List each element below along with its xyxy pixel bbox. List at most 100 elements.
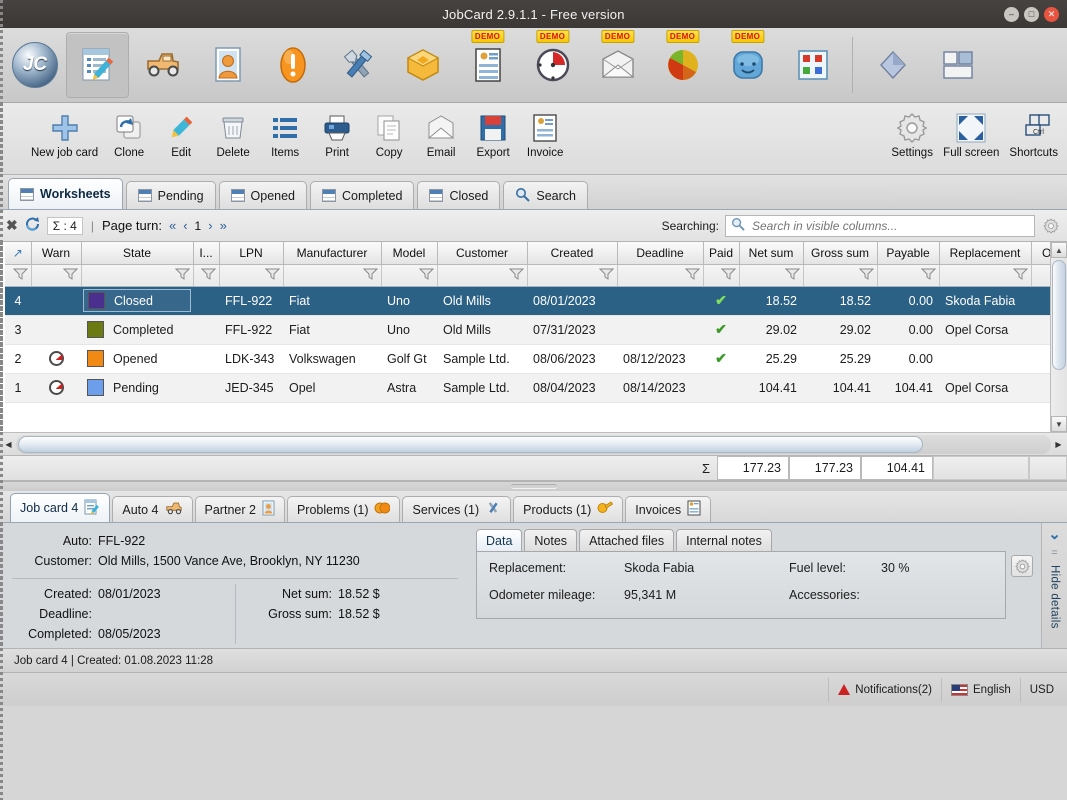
panel-splitter[interactable] bbox=[0, 481, 1067, 491]
search-box[interactable] bbox=[725, 214, 1035, 237]
first-page-button[interactable]: « bbox=[169, 218, 176, 233]
delete-button[interactable]: Delete bbox=[207, 109, 259, 169]
col-header-lpn[interactable]: LPN bbox=[219, 242, 284, 265]
grid-horizontal-scrollbar[interactable]: ◀ ▶ bbox=[0, 432, 1067, 455]
col-header-netsum[interactable]: Net sum bbox=[739, 242, 804, 265]
detail-tab-problems[interactable]: Problems (1) bbox=[286, 496, 401, 522]
detail-tab-products[interactable]: Products (1) bbox=[513, 496, 624, 522]
prev-page-button[interactable]: ‹ bbox=[183, 218, 187, 233]
col-header-replacement[interactable]: Replacement bbox=[939, 242, 1032, 265]
minimize-button[interactable]: – bbox=[1004, 6, 1019, 22]
toolbar-icon-users[interactable]: DEMO bbox=[716, 30, 779, 98]
search-settings-button[interactable] bbox=[1041, 216, 1061, 236]
scroll-down-button[interactable]: ▼ bbox=[1051, 416, 1067, 432]
toolbar-icon-mail[interactable]: DEMO bbox=[586, 30, 649, 98]
new-job-card-button[interactable]: New job card bbox=[26, 109, 103, 169]
tab-opened[interactable]: Opened bbox=[218, 181, 307, 209]
currency-cell[interactable]: USD bbox=[1019, 677, 1063, 702]
filter-cell-customer[interactable] bbox=[437, 264, 528, 287]
tab-closed[interactable]: Closed bbox=[417, 181, 501, 209]
clone-button[interactable]: Clone bbox=[103, 109, 155, 169]
filter-cell-i[interactable] bbox=[193, 264, 220, 287]
scroll-left-button[interactable]: ◀ bbox=[1, 435, 16, 454]
filter-cell-state[interactable] bbox=[81, 264, 194, 287]
clear-filter-icon[interactable]: ✖ bbox=[6, 217, 18, 234]
refresh-icon[interactable] bbox=[24, 216, 41, 236]
detail-tab-partner[interactable]: Partner 2 bbox=[194, 496, 285, 522]
grid-vertical-scrollbar[interactable]: ▲ ▼ bbox=[1050, 242, 1067, 432]
export-button[interactable]: Export bbox=[467, 109, 519, 169]
col-header-grosssum[interactable]: Gross sum bbox=[803, 242, 878, 265]
detail-tab-invoices[interactable]: Invoices bbox=[625, 496, 712, 522]
toolbar-icon-time-tracking[interactable]: DEMO bbox=[521, 30, 584, 98]
toolbar-icon-diamond[interactable] bbox=[861, 32, 924, 98]
maximize-button[interactable]: □ bbox=[1024, 6, 1039, 22]
edit-button[interactable]: Edit bbox=[155, 109, 207, 169]
close-button[interactable]: ✕ bbox=[1044, 6, 1059, 22]
filter-cell-created[interactable] bbox=[527, 264, 618, 287]
toolbar-icon-job-cards[interactable] bbox=[66, 32, 129, 98]
col-header-created[interactable]: Created bbox=[527, 242, 618, 265]
detail-settings-button[interactable] bbox=[1011, 555, 1033, 577]
tab-completed[interactable]: Completed bbox=[310, 181, 415, 209]
toolbar-icon-partners[interactable] bbox=[196, 32, 259, 98]
inner-tab-data[interactable]: Data bbox=[476, 529, 523, 551]
table-row[interactable]: 3 Completed FFL-922 Fiat Uno Old Mills 0… bbox=[5, 315, 1067, 345]
detail-tab-auto[interactable]: Auto 4 bbox=[112, 496, 193, 522]
toolbar-icon-layout[interactable] bbox=[926, 32, 989, 98]
col-header-i[interactable]: I... bbox=[193, 242, 220, 265]
col-header-deadline[interactable]: Deadline bbox=[617, 242, 704, 265]
filter-cell-payable[interactable] bbox=[877, 264, 940, 287]
col-header-manufacturer[interactable]: Manufacturer bbox=[283, 242, 382, 265]
inner-tab-attached-files[interactable]: Attached files bbox=[579, 529, 675, 551]
inner-tab-notes[interactable]: Notes bbox=[524, 529, 578, 551]
toolbar-icon-problems[interactable] bbox=[261, 32, 324, 98]
toolbar-icon-invoices[interactable]: DEMO bbox=[456, 30, 519, 98]
detail-tab-job-card[interactable]: Job card 4 bbox=[10, 493, 111, 522]
filter-cell-grosssum[interactable] bbox=[803, 264, 878, 287]
col-header-rownum[interactable]: ↗ bbox=[5, 242, 32, 265]
tab-search[interactable]: Search bbox=[503, 181, 588, 209]
filter-cell-warn[interactable] bbox=[31, 264, 82, 287]
col-header-warn[interactable]: Warn bbox=[31, 242, 82, 265]
hide-details-panel[interactable]: ⌄ = Hide details bbox=[1041, 523, 1067, 648]
filter-cell-rownum[interactable] bbox=[5, 264, 32, 287]
invoice-button[interactable]: Invoice bbox=[519, 109, 571, 169]
next-page-button[interactable]: › bbox=[208, 218, 212, 233]
filter-cell-manufacturer[interactable] bbox=[283, 264, 382, 287]
last-page-button[interactable]: » bbox=[220, 218, 227, 233]
table-row[interactable]: 4 Closed FFL-922 Fiat Uno Old Mills 08/0… bbox=[5, 286, 1067, 316]
hscroll-thumb[interactable] bbox=[18, 435, 923, 453]
filter-cell-paid[interactable] bbox=[703, 264, 740, 287]
items-button[interactable]: Items bbox=[259, 109, 311, 169]
shortcuts-button[interactable]: Ctrl Shortcuts bbox=[1004, 109, 1063, 169]
detail-tab-services[interactable]: Services (1) bbox=[402, 496, 512, 522]
tab-pending[interactable]: Pending bbox=[125, 181, 216, 209]
inner-tab-internal-notes[interactable]: Internal notes bbox=[676, 529, 772, 551]
table-row[interactable]: 2 Opened LDK-343 Volkswagen Golf Gt Samp… bbox=[5, 344, 1067, 374]
scroll-thumb[interactable] bbox=[1052, 260, 1066, 370]
table-row[interactable]: 1 Pending JED-345 Opel Astra Sample Ltd.… bbox=[5, 373, 1067, 403]
scroll-up-button[interactable]: ▲ bbox=[1051, 242, 1067, 258]
copy-button[interactable]: Copy bbox=[363, 109, 415, 169]
toolbar-icon-services[interactable] bbox=[326, 32, 389, 98]
hscroll-track[interactable] bbox=[16, 434, 1051, 454]
toolbar-icon-products[interactable] bbox=[391, 32, 454, 98]
chevron-down-icon[interactable]: ⌄ bbox=[1048, 527, 1061, 542]
col-header-payable[interactable]: Payable bbox=[877, 242, 940, 265]
filter-cell-replacement[interactable] bbox=[939, 264, 1032, 287]
filter-cell-lpn[interactable] bbox=[219, 264, 284, 287]
col-header-state[interactable]: State bbox=[81, 242, 194, 265]
search-input[interactable] bbox=[750, 217, 1029, 234]
notifications-cell[interactable]: Notifications(2) bbox=[828, 677, 941, 702]
toolbar-icon-autos[interactable] bbox=[131, 32, 194, 98]
toolbar-icon-reports[interactable]: DEMO bbox=[651, 30, 714, 98]
full-screen-button[interactable]: Full screen bbox=[938, 109, 1004, 169]
filter-cell-netsum[interactable] bbox=[739, 264, 804, 287]
col-header-paid[interactable]: Paid bbox=[703, 242, 740, 265]
filter-cell-deadline[interactable] bbox=[617, 264, 704, 287]
col-header-customer[interactable]: Customer bbox=[437, 242, 528, 265]
tab-worksheets[interactable]: Worksheets bbox=[8, 178, 123, 209]
scroll-right-button[interactable]: ▶ bbox=[1051, 435, 1066, 454]
settings-button[interactable]: Settings bbox=[886, 109, 938, 169]
